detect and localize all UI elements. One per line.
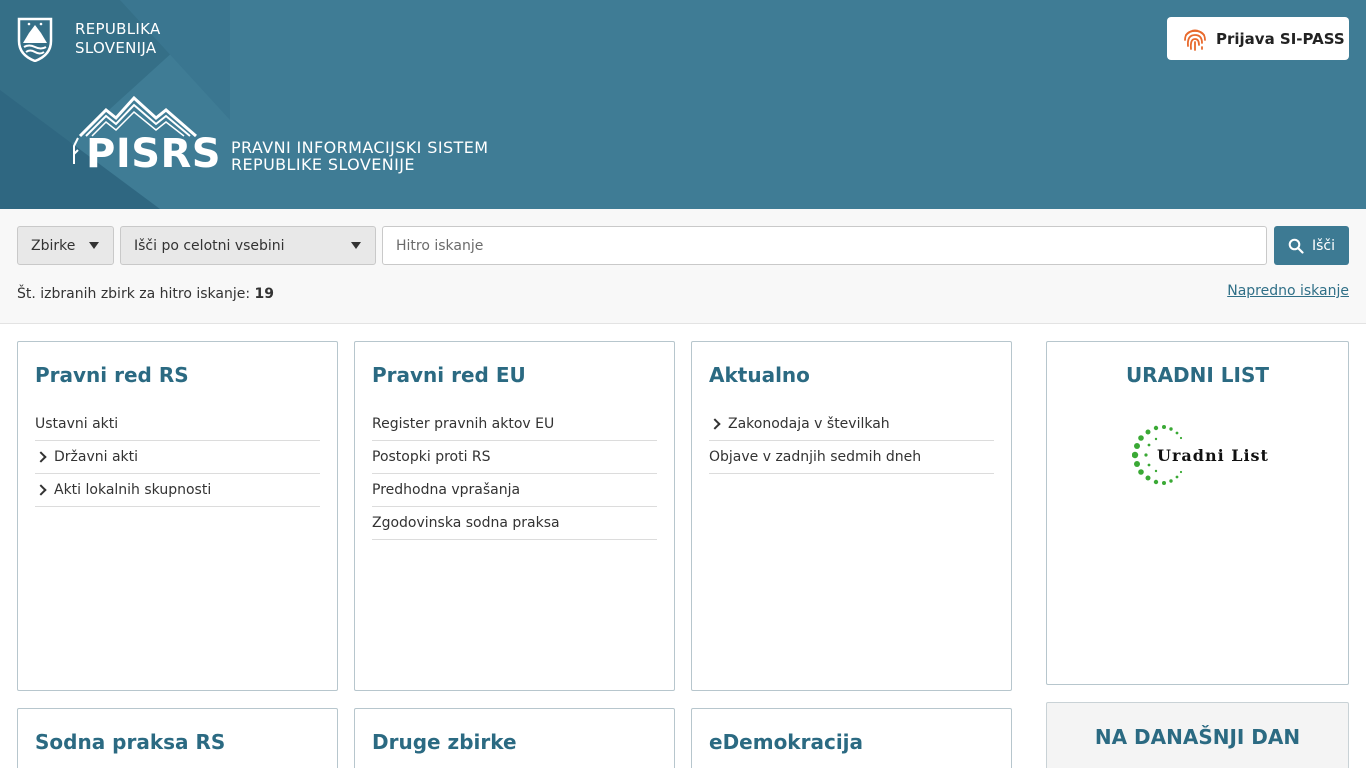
card-edemokracija: eDemokracija: [691, 708, 1012, 768]
card-title[interactable]: Aktualno: [709, 363, 810, 387]
list-item-label: Akti lokalnih skupnosti: [54, 482, 212, 498]
caret-down-icon: [351, 242, 361, 249]
government-name: REPUBLIKA SLOVENIJA: [75, 20, 161, 58]
card-title[interactable]: Druge zbirke: [372, 730, 517, 754]
chevron-right-icon: [35, 484, 47, 496]
government-logo[interactable]: REPUBLIKA SLOVENIJA: [17, 17, 160, 62]
selected-collections-count: Št. izbranih zbirk za hitro iskanje: 19: [17, 286, 274, 302]
card-aktualno: Aktualno Zakonodaja v številkah Objave v…: [691, 341, 1012, 691]
list-item[interactable]: Akti lokalnih skupnosti: [35, 474, 320, 507]
list-item-label: Zgodovinska sodna praksa: [372, 515, 560, 531]
card-link-list: Register pravnih aktov EU Postopki proti…: [372, 408, 657, 540]
card-druge-zbirke: Druge zbirke: [354, 708, 675, 768]
card-uradni-list: URADNI LIST Uradni List: [1046, 341, 1349, 685]
chevron-right-icon: [709, 418, 721, 430]
list-item[interactable]: Postopki proti RS: [372, 441, 657, 474]
list-item[interactable]: Zgodovinska sodna praksa: [372, 507, 657, 540]
logo-word: PISRS: [86, 131, 222, 177]
list-item-label: Objave v zadnjih sedmih dneh: [709, 449, 922, 465]
quick-search-input[interactable]: [382, 226, 1267, 265]
list-item[interactable]: Predhodna vprašanja: [372, 474, 657, 507]
list-item-label: Državni akti: [54, 449, 139, 465]
collections-dropdown-value: Zbirke: [31, 237, 76, 254]
search-button-label: Išči: [1311, 237, 1335, 254]
card-title[interactable]: Pravni red EU: [372, 363, 526, 387]
advanced-search-link[interactable]: Napredno iskanje: [1227, 283, 1349, 299]
fingerprint-icon: [1184, 29, 1206, 51]
card-title[interactable]: Pravni red RS: [35, 363, 189, 387]
government-name-line2: SLOVENIJA: [75, 39, 157, 57]
search-scope-dropdown[interactable]: Išči po celotni vsebini: [120, 226, 376, 265]
slovenia-crest-icon: [17, 17, 53, 62]
search-bar: Zbirke Išči po celotni vsebini Išči Št. …: [0, 209, 1366, 324]
site-subtitle-line1: PRAVNI INFORMACIJSKI SISTEM: [231, 138, 489, 157]
card-title[interactable]: eDemokracija: [709, 730, 863, 754]
login-label: Prijava SI-PASS: [1216, 29, 1345, 48]
site-header: REPUBLIKA SLOVENIJA PISRS PRAVNI INFORMA…: [0, 0, 1366, 209]
card-sodna-praksa-rs: Sodna praksa RS: [17, 708, 338, 768]
collections-dropdown[interactable]: Zbirke: [17, 226, 114, 265]
uradni-list-logo-text: Uradni List: [1157, 446, 1269, 465]
caret-down-icon: [89, 242, 99, 249]
site-subtitle-line2: REPUBLIKE SLOVENIJE: [231, 155, 415, 174]
site-subtitle: PRAVNI INFORMACIJSKI SISTEM REPUBLIKE SL…: [231, 139, 488, 173]
search-scope-value: Išči po celotni vsebini: [134, 237, 285, 254]
card-na-danasnji-dan: NA DANAŠNJI DAN: [1046, 702, 1349, 768]
count-value: 19: [254, 286, 275, 302]
card-pravni-red-eu: Pravni red EU Register pravnih aktov EU …: [354, 341, 675, 691]
list-item[interactable]: Objave v zadnjih sedmih dneh: [709, 441, 994, 474]
list-item-label: Register pravnih aktov EU: [372, 416, 555, 432]
list-item-label: Postopki proti RS: [372, 449, 491, 465]
card-title: NA DANAŠNJI DAN: [1094, 725, 1301, 749]
government-name-line1: REPUBLIKA: [75, 20, 161, 38]
card-link-list: Ustavni akti Državni akti Akti lokalnih …: [35, 408, 320, 507]
search-button[interactable]: Išči: [1274, 226, 1349, 265]
list-item[interactable]: Državni akti: [35, 441, 320, 474]
card-title[interactable]: Sodna praksa RS: [35, 730, 225, 754]
chevron-right-icon: [35, 451, 47, 463]
count-label: Št. izbranih zbirk za hitro iskanje:: [17, 286, 251, 302]
list-item[interactable]: Ustavni akti: [35, 408, 320, 441]
card-link-list: Zakonodaja v številkah Objave v zadnjih …: [709, 408, 994, 474]
list-item-label: Zakonodaja v številkah: [728, 416, 890, 432]
list-item[interactable]: Zakonodaja v številkah: [709, 408, 994, 441]
card-pravni-red-rs: Pravni red RS Ustavni akti Državni akti …: [17, 341, 338, 691]
list-item[interactable]: Register pravnih aktov EU: [372, 408, 657, 441]
card-title[interactable]: URADNI LIST: [1047, 363, 1348, 387]
list-item-label: Ustavni akti: [35, 416, 119, 432]
login-si-pass-button[interactable]: Prijava SI-PASS: [1167, 17, 1349, 60]
list-item-label: Predhodna vprašanja: [372, 482, 521, 498]
search-icon: [1288, 238, 1304, 254]
